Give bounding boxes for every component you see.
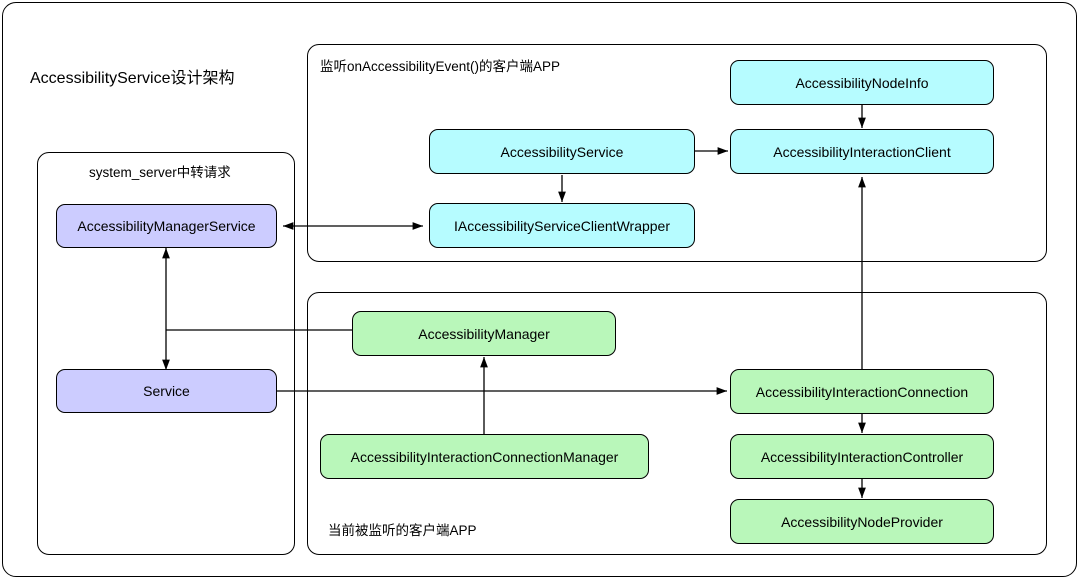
group-listener-app-label: 监听onAccessibilityEvent()的客户端APP [320, 59, 561, 74]
node-accessibility-interaction-connection-manager-label: AccessibilityInteractionConnectionManage… [350, 448, 619, 465]
node-iaccessibility-service-client-wrapper-label: IAccessibilityServiceClientWrapper [453, 217, 671, 234]
node-accessibility-manager-service-label: AccessibilityManagerService [77, 218, 256, 234]
node-accessibility-manager-service[interactable]: AccessibilityManagerService [56, 204, 277, 248]
node-accessibility-interaction-client[interactable]: AccessibilityInteractionClient [730, 129, 994, 174]
node-accessibility-node-provider-label: AccessibilityNodeProvider [781, 513, 943, 530]
architecture-diagram-canvas: AccessibilityService设计架构 system_server中转… [0, 0, 1083, 581]
node-accessibility-interaction-controller[interactable]: AccessibilityInteractionController [730, 434, 994, 479]
node-accessibility-service[interactable]: AccessibilityService [429, 129, 695, 174]
group-listened-app-label: 当前被监听的客户端APP [328, 523, 477, 538]
group-system-server-label: system_server中转请求 [89, 165, 231, 180]
node-accessibility-service-label: AccessibilityService [500, 143, 624, 160]
node-accessibility-node-provider[interactable]: AccessibilityNodeProvider [730, 499, 994, 544]
node-accessibility-node-info-label: AccessibilityNodeInfo [795, 74, 929, 91]
node-accessibility-interaction-connection-label: AccessibilityInteractionConnection [755, 383, 969, 400]
node-accessibility-interaction-client-label: AccessibilityInteractionClient [773, 143, 951, 160]
node-iaccessibility-service-client-wrapper[interactable]: IAccessibilityServiceClientWrapper [429, 203, 695, 248]
node-accessibility-interaction-connection-manager[interactable]: AccessibilityInteractionConnectionManage… [320, 434, 649, 479]
node-accessibility-manager[interactable]: AccessibilityManager [352, 311, 616, 356]
node-accessibility-node-info[interactable]: AccessibilityNodeInfo [730, 60, 994, 105]
node-accessibility-manager-label: AccessibilityManager [418, 325, 550, 342]
node-service-label: Service [143, 383, 190, 399]
node-service[interactable]: Service [56, 369, 277, 413]
node-accessibility-interaction-controller-label: AccessibilityInteractionController [760, 448, 964, 465]
node-accessibility-interaction-connection[interactable]: AccessibilityInteractionConnection [730, 369, 994, 414]
page-title: AccessibilityService设计架构 [30, 70, 235, 87]
